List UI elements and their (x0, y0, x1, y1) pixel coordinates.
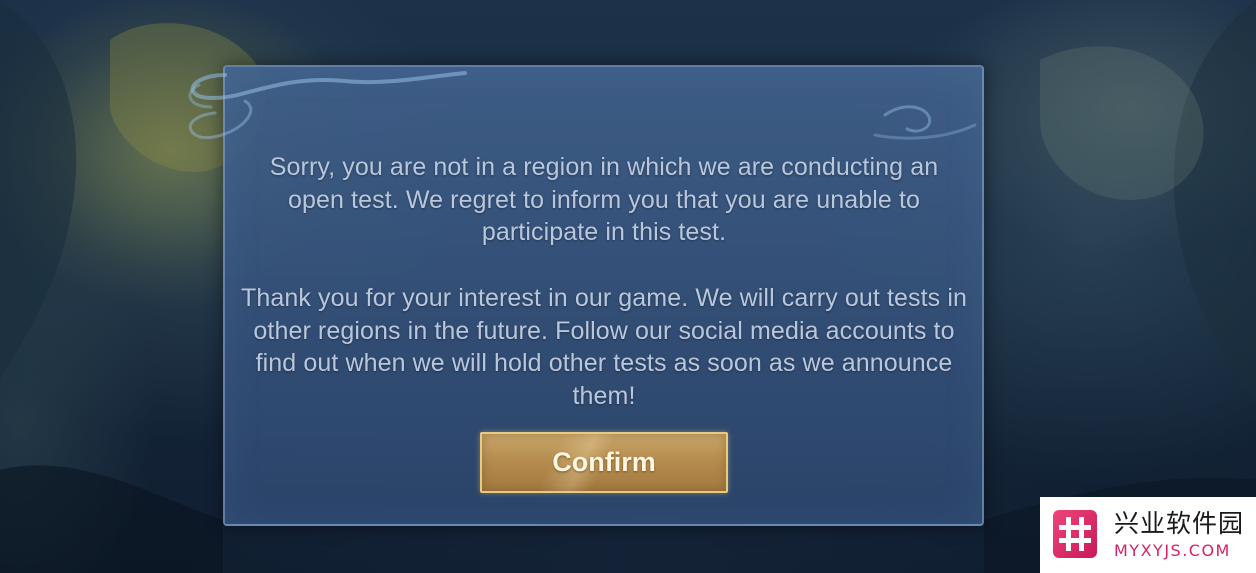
watermark-name-cn: 兴业软件园 (1114, 509, 1245, 538)
watermark-site-url: MYXYJS.COM (1114, 541, 1231, 560)
confirm-button[interactable]: Confirm (480, 432, 728, 493)
notice-paragraph-region: Sorry, you are not in a region in which … (269, 153, 939, 246)
notice-paragraph-future-tests: Thank you for your interest in our game.… (241, 284, 967, 410)
watermark-badge: 兴业软件园 MYXYJS.COM (1040, 497, 1256, 573)
hash-logo-icon (1053, 510, 1097, 558)
